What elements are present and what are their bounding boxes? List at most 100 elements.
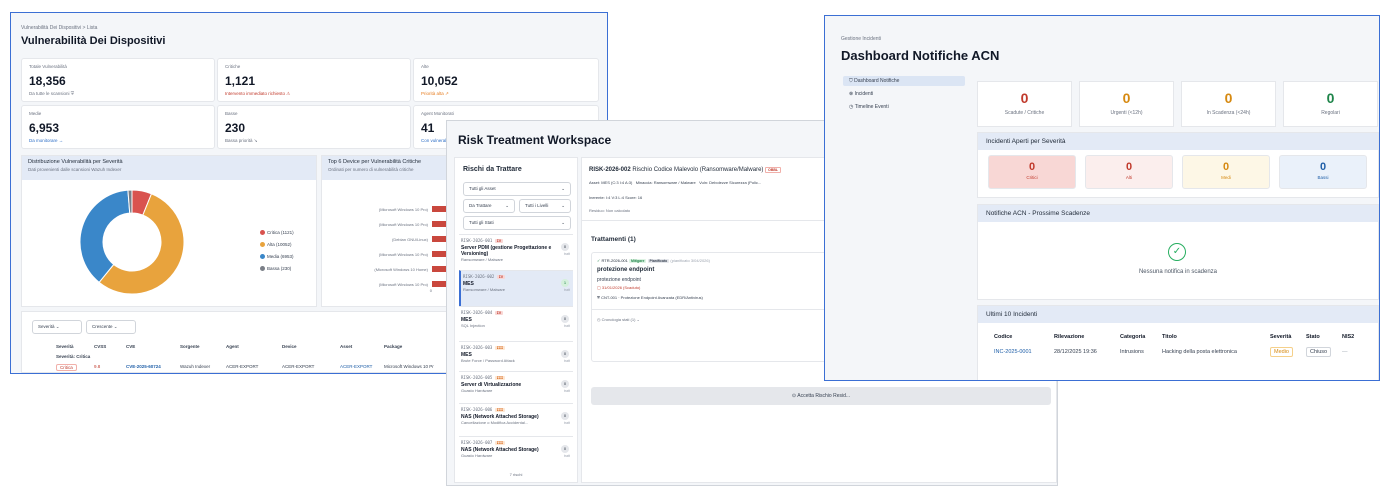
risk-code: RISK-2026-005 III: [461, 375, 571, 380]
legend-item[interactable]: Media (6953): [260, 254, 294, 260]
col-package[interactable]: Package: [384, 344, 402, 349]
treatment-count: 1: [561, 279, 569, 287]
pie-slice[interactable]: [79, 189, 131, 284]
group-row[interactable]: Severità: Critica: [56, 354, 90, 359]
level-badge: III: [494, 346, 506, 350]
stat-sub: Priorità alta ↗: [421, 91, 449, 96]
notifications-section: Notifiche ACN - Prossime Scadenze ✓ Ness…: [977, 204, 1379, 300]
severity-count: 0: [1319, 161, 1327, 173]
treatment-count: 0: [561, 315, 569, 323]
treatment-name: protezione endpoint: [597, 267, 655, 273]
level-filter[interactable]: Tutti i Livelli ⌄: [519, 199, 571, 213]
col-device[interactable]: Device: [282, 344, 297, 349]
count-label: tratt: [563, 324, 570, 328]
col-cve[interactable]: CVE: [126, 344, 135, 349]
panel-title: Distribuzione Vulnerabilità per Severità: [28, 159, 123, 165]
last-incidents-section: Ultimi 10 Incidenti Codice Rilevazione Cat…: [977, 305, 1379, 380]
severity-card[interactable]: 0 Bassi: [1279, 155, 1367, 189]
breadcrumb[interactable]: Vulnerabilità Dei Dispositivi > Lista: [21, 25, 97, 31]
risk-list-item[interactable]: RISK-2026-007 III NAS (Network Attached S…: [459, 436, 573, 468]
treatment-desc: protezione endpoint: [597, 277, 641, 283]
col-header[interactable]: Severità: [1270, 334, 1291, 340]
col-agent[interactable]: Agent: [226, 344, 239, 349]
risk-list-item[interactable]: RISK-2026-001 IV Server PDM (gestione Pro…: [459, 234, 573, 270]
level-badge: IV: [494, 311, 503, 315]
acn-dashboard-window: Gestione Incidenti Dashboard Notifiche A…: [824, 15, 1380, 381]
legend-item[interactable]: Bassa (230): [260, 266, 291, 272]
col-header[interactable]: Categoria: [1120, 334, 1145, 340]
col-source[interactable]: Sorgente: [180, 344, 200, 349]
risk-meta: Asset: MES (C:3 I:4 A:3) Minaccia: Ranso…: [589, 180, 761, 185]
nav-incidents[interactable]: ⊗ Incidenti: [843, 89, 965, 99]
risk-list-item[interactable]: RISK-2026-004 IV MES SQL Injection 0 tratt: [459, 306, 573, 341]
cve-link[interactable]: CVE-2025-60724: [126, 364, 161, 369]
bar-label: (Debian GNU/Linux): [391, 237, 428, 242]
col-header[interactable]: Rilevazione: [1054, 334, 1084, 340]
kpi-card: 0 Scadute / Critiche: [977, 81, 1072, 127]
title-cell: Hacking della posta elettronica: [1162, 349, 1237, 355]
accept-risk-button[interactable]: ⊙ Accetta Rischio Resid...: [591, 387, 1051, 405]
select-value: Crescente: [92, 324, 113, 329]
order-select[interactable]: Crescente ⌄: [86, 320, 136, 334]
count-label: tratt: [563, 454, 570, 458]
code-text: RISK-2026-003: [461, 345, 493, 350]
col-asset[interactable]: Asset: [340, 344, 352, 349]
col-header[interactable]: Titolo: [1162, 334, 1177, 340]
risk-list-item[interactable]: RISK-2026-003 III MES Brute Force / Passwo…: [459, 341, 573, 371]
stat-value: 18,356: [29, 74, 66, 88]
state-filter[interactable]: Tutti gli Stati ⌄: [463, 216, 571, 230]
legend-item[interactable]: Alta (10052): [260, 242, 292, 248]
check-circle-icon: ✓: [1168, 243, 1186, 261]
incident-code-link[interactable]: INC-2025-0001: [994, 349, 1032, 355]
risk-code: RISK-2026-007 III: [461, 440, 571, 445]
history-toggle[interactable]: ◷ Cronologia stati (1) ⌄: [597, 317, 640, 322]
asset-link[interactable]: ACER-EXPORT: [340, 364, 372, 369]
risk-category: Ransomware / Malware: [463, 287, 506, 292]
asset-filter[interactable]: Tutti gli Asset ⌄: [463, 182, 571, 196]
risk-code: RISK-2026-002: [589, 167, 631, 173]
severity-card[interactable]: 0 Alti: [1085, 155, 1173, 189]
treatment-count: 0: [561, 445, 569, 453]
stat-low: Basse 230 Bassa priorità ↘: [217, 105, 411, 149]
severity-card[interactable]: 0 Critici: [988, 155, 1076, 189]
legend-label: Critica (1121): [267, 230, 294, 235]
meta-vuln: Vuln: Debolezze Sicurezza (Polic...: [699, 180, 762, 185]
severity-label: Medi: [1221, 175, 1231, 180]
breadcrumb[interactable]: Gestione Incidenti: [841, 36, 881, 42]
stat-label: Agent Monitorati: [421, 111, 454, 116]
col-header[interactable]: NIS2: [1342, 334, 1354, 340]
legend-item[interactable]: Critica (1121): [260, 230, 294, 236]
status-filter[interactable]: Da Trattare ⌄: [463, 199, 515, 213]
risk-list-item[interactable]: RISK-2026-006 III NAS (Network Attached S…: [459, 403, 573, 436]
treatment-meta: ✓ RTR-2026-001 Mitigare Pianificato (pia…: [597, 258, 710, 263]
severity-count: 0: [1028, 161, 1036, 173]
nav-dashboard[interactable]: ⛉ Dashboard Notifiche: [843, 76, 965, 86]
treatment-date: (pianificato 3/04/2026): [670, 258, 710, 263]
col-cvss[interactable]: CVSS: [94, 344, 106, 349]
check-icon: ✓: [597, 258, 601, 263]
code-text: RISK-2026-006: [461, 407, 493, 412]
section-title: Notifiche ACN - Prossime Scadenze: [978, 205, 1378, 222]
kpi-label: Regolari: [1321, 110, 1340, 116]
kpi-value: 0: [1224, 90, 1233, 106]
bar-label: (Microsoft Windows 10 Pro): [378, 222, 428, 227]
residual-score: Residuo: Non calcolato: [589, 208, 631, 213]
risk-category: Guasto Hardware: [461, 388, 493, 393]
bar-label: (Microsoft Windows 10 Pro): [378, 207, 428, 212]
code-text: RISK-2026-001: [461, 238, 493, 243]
col-severity[interactable]: Severità: [56, 344, 74, 349]
count-label: tratt: [563, 359, 570, 363]
risk-code: RISK-2026-003 III: [461, 345, 571, 350]
col-header[interactable]: Stato: [1306, 334, 1320, 340]
severity-card[interactable]: 0 Medi: [1182, 155, 1270, 189]
count-label: tratt: [563, 421, 570, 425]
risk-list-item[interactable]: RISK-2026-002 IV MES Ransomware / Malware 1…: [459, 270, 573, 306]
col-header[interactable]: Codice: [994, 334, 1012, 340]
stat-label: Alte: [421, 64, 429, 69]
level-badge: III: [494, 408, 506, 412]
nav-timeline[interactable]: ◷ Timeline Eventi: [843, 102, 965, 112]
severity-select[interactable]: Severità ⌄: [32, 320, 82, 334]
risk-category: Ransomware / Malware: [461, 257, 504, 262]
nav-label: Dashboard Notifiche: [854, 78, 900, 84]
risk-list-item[interactable]: RISK-2026-005 III Server di Virtualizzazi…: [459, 371, 573, 403]
